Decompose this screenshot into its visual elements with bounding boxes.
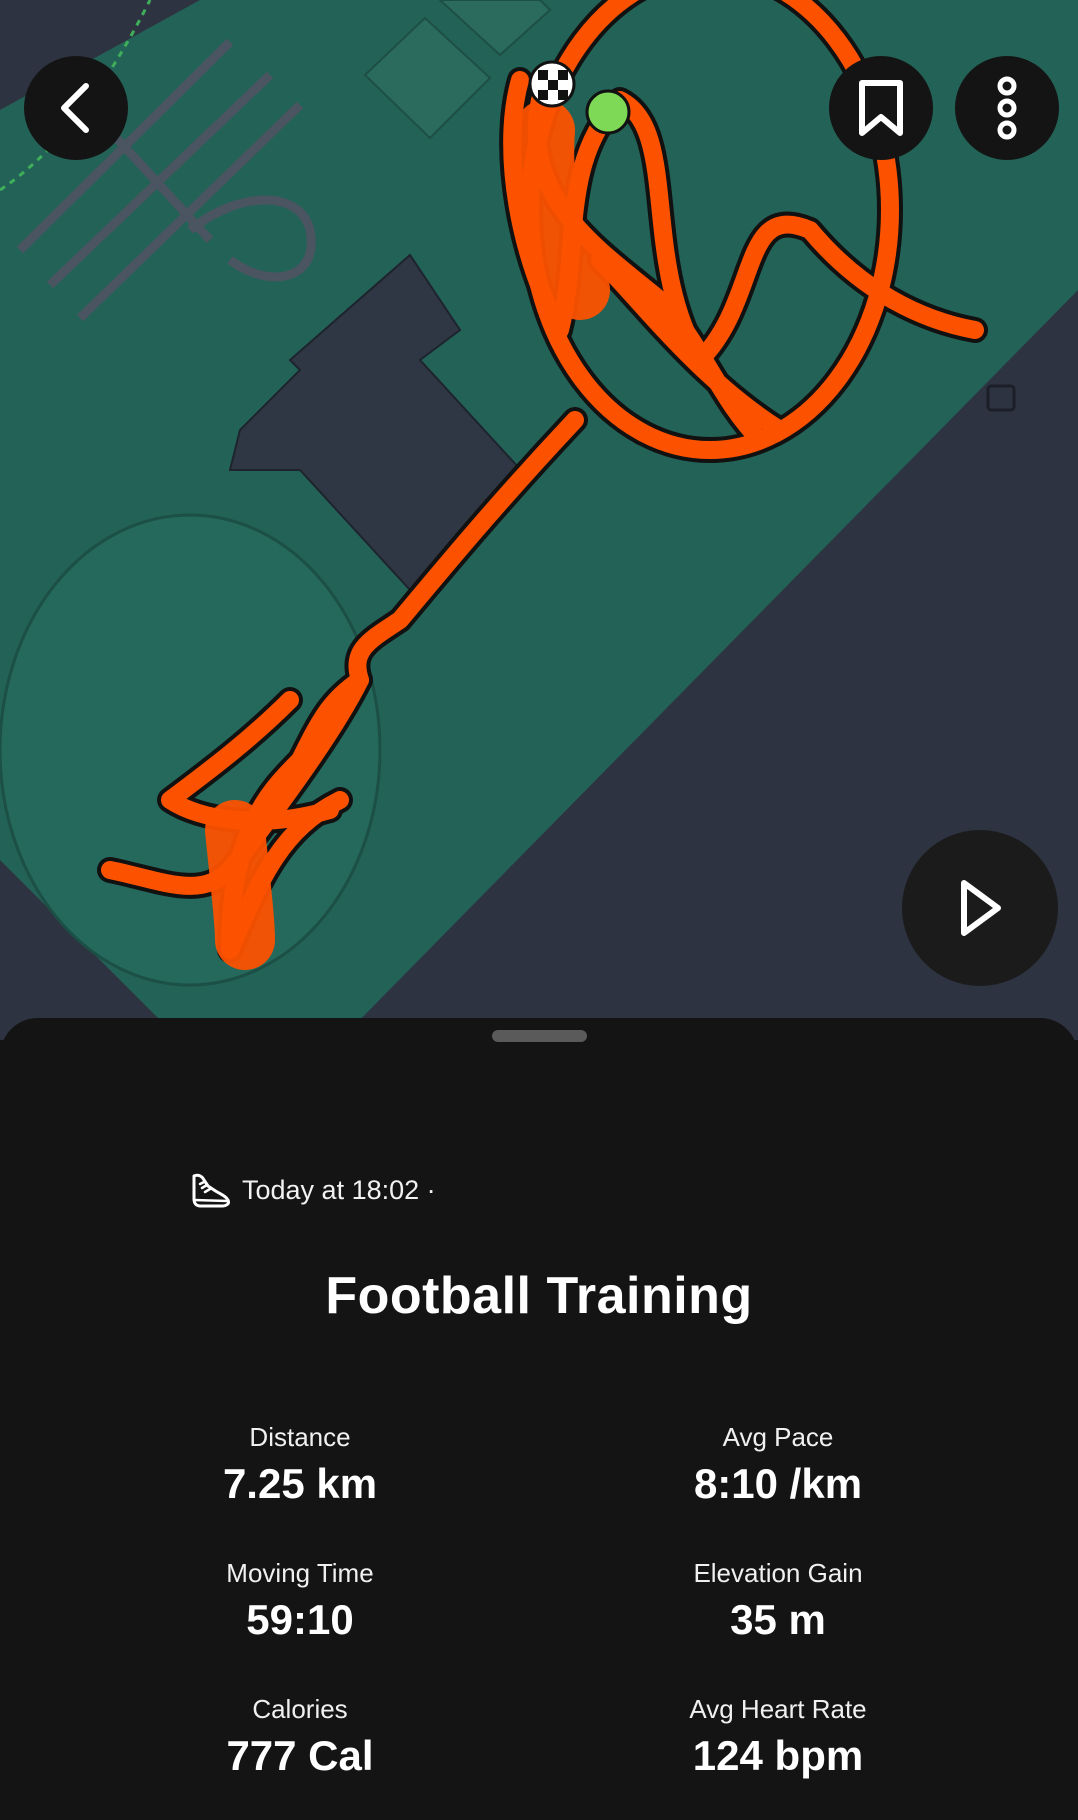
stat-moving-time: Moving Time 59:10 [100, 1556, 500, 1646]
vertical-dots-icon [997, 76, 1017, 140]
stat-label: Calories [252, 1694, 348, 1724]
stat-label: Avg Pace [722, 1422, 834, 1452]
bookmark-icon [859, 80, 903, 136]
stat-value: 124 bpm [692, 1732, 864, 1779]
stat-value: 7.25 km [222, 1460, 378, 1507]
activity-meta: Today at 18:02 · [188, 1168, 436, 1212]
route-map[interactable] [0, 0, 1078, 1040]
start-marker [585, 89, 631, 135]
back-button[interactable] [24, 56, 128, 160]
bookmark-button[interactable] [829, 56, 933, 160]
activity-timestamp: Today at 18:02 · [242, 1174, 436, 1205]
finish-marker [528, 60, 576, 108]
stat-distance: Distance 7.25 km [100, 1420, 500, 1510]
stat-label: Moving Time [226, 1558, 374, 1588]
stat-label: Avg Heart Rate [689, 1694, 867, 1724]
sheet-drag-handle[interactable] [492, 1030, 587, 1042]
stat-value: 35 m [730, 1596, 826, 1643]
stat-value: 59:10 [246, 1596, 354, 1643]
stat-avg-heart-rate: Avg Heart Rate 124 bpm [578, 1692, 978, 1782]
stat-label: Distance [249, 1422, 351, 1452]
stat-calories: Calories 777 Cal [100, 1692, 500, 1782]
play-flyover-button[interactable] [902, 830, 1058, 986]
stat-avg-pace: Avg Pace 8:10 /km [578, 1420, 978, 1510]
play-icon [961, 880, 1001, 936]
chevron-left-icon [61, 83, 89, 133]
running-shoe-icon [192, 1173, 230, 1208]
stat-elevation-gain: Elevation Gain 35 m [578, 1556, 978, 1646]
activity-title[interactable]: Football Training [0, 1266, 1078, 1326]
stat-value: 8:10 /km [693, 1460, 863, 1507]
activity-details-sheet: Today at 18:02 · Football Training Dista… [0, 1018, 1078, 1820]
stat-value: 777 Cal [226, 1732, 374, 1779]
more-options-button[interactable] [955, 56, 1059, 160]
stat-label: Elevation Gain [693, 1558, 863, 1588]
